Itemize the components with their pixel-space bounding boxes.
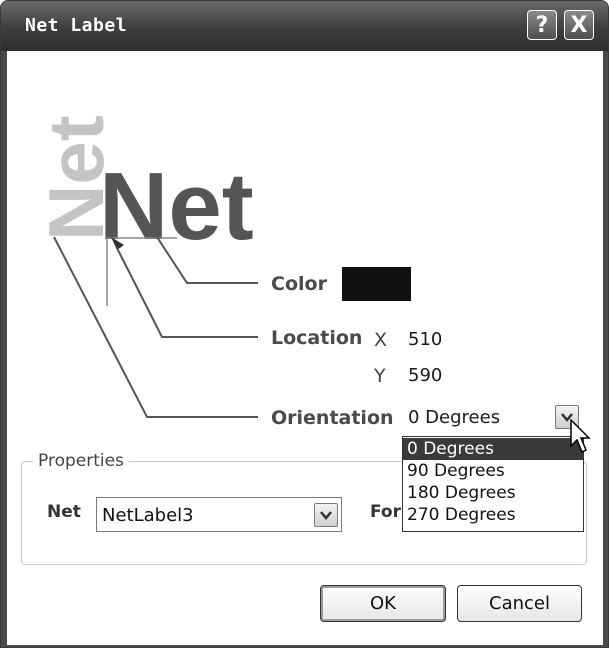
net-dropdown-button[interactable] — [314, 503, 338, 527]
color-label: Color — [271, 273, 327, 295]
font-label: For — [370, 502, 401, 522]
help-button[interactable]: ? — [527, 10, 557, 40]
location-leader-line — [116, 247, 258, 338]
dialog-title: Net Label — [25, 15, 128, 36]
orientation-option[interactable]: 0 Degrees — [403, 438, 583, 460]
location-label: Location — [271, 327, 363, 349]
orientation-option[interactable]: 180 Degrees — [403, 482, 583, 504]
color-swatch[interactable] — [342, 267, 411, 301]
x-value[interactable]: 510 — [408, 329, 442, 350]
x-label: X — [374, 329, 388, 351]
mouse-pointer-icon — [570, 419, 591, 454]
orientation-option[interactable]: 90 Degrees — [403, 460, 583, 482]
net-label-dialog: Net Label ? X Net Net Color Location X 5… — [0, 0, 609, 648]
net-rotated-text: Net — [32, 115, 120, 241]
orientation-option[interactable]: 270 Degrees — [403, 504, 583, 526]
y-label: Y — [374, 365, 386, 387]
net-select-value: NetLabel3 — [102, 505, 194, 526]
close-button[interactable]: X — [564, 10, 594, 40]
orientation-value[interactable]: 0 Degrees — [408, 407, 500, 428]
orientation-dropdown-list: 0 Degrees 90 Degrees 180 Degrees 270 Deg… — [402, 436, 584, 532]
net-label-illustration: Net Net — [32, 115, 258, 418]
net-select[interactable]: NetLabel3 — [96, 497, 342, 532]
dialog-body: Net Net Color Location X 510 Y 590 Orien… — [7, 51, 603, 645]
y-value[interactable]: 590 — [408, 365, 442, 386]
ok-button[interactable]: OK — [320, 585, 446, 622]
properties-group-label: Properties — [33, 451, 129, 471]
net-label: Net — [47, 502, 81, 522]
chevron-down-icon — [320, 511, 332, 520]
cancel-button[interactable]: Cancel — [457, 585, 582, 622]
orientation-label: Orientation — [271, 407, 394, 429]
title-bar[interactable]: Net Label ? X — [1, 1, 608, 51]
